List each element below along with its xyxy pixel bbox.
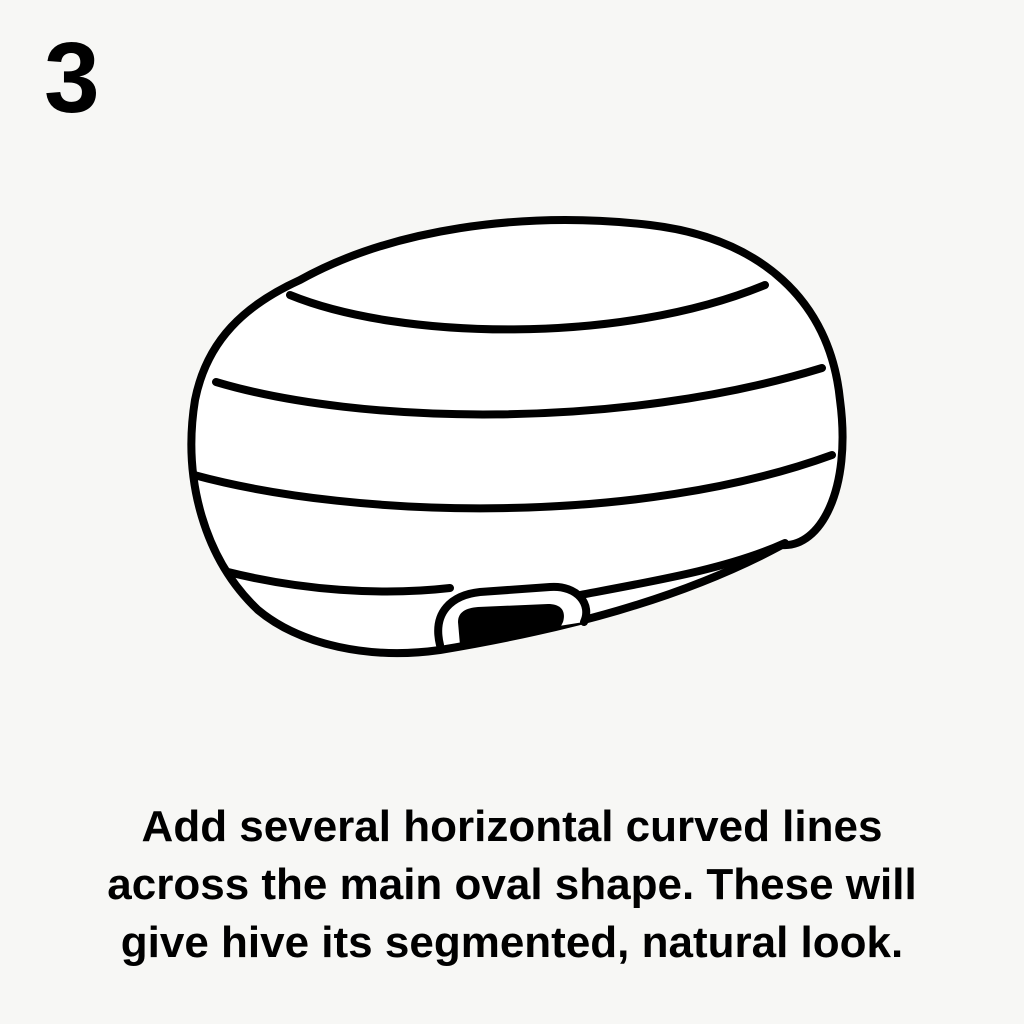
step-caption: Add several horizontal curved lines acro… xyxy=(60,798,964,972)
caption-line-1: Add several horizontal curved lines xyxy=(141,802,883,851)
caption-line-2: across the main oval shape. These will xyxy=(107,860,917,909)
caption-line-3: give hive its segmented, natural look. xyxy=(120,918,904,967)
